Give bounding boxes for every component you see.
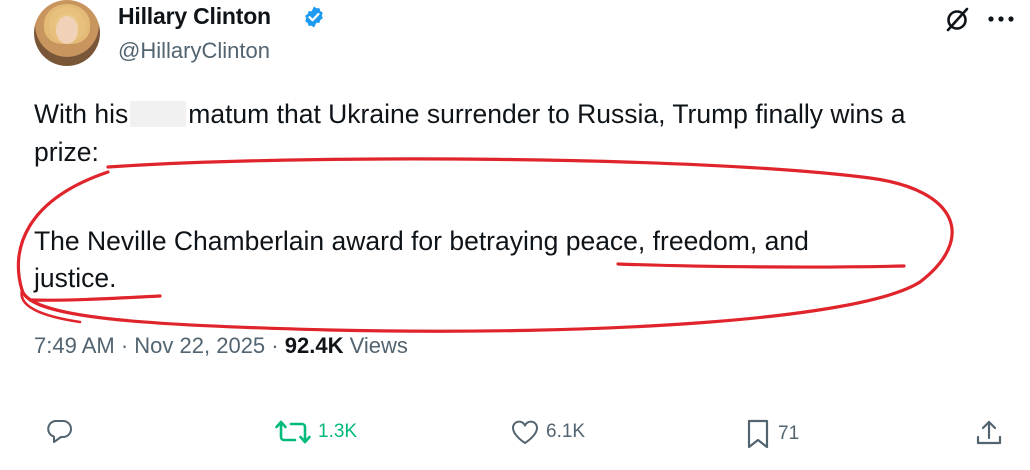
tweet-date[interactable]: Nov 22, 2025 (134, 333, 265, 358)
tweet-time[interactable]: 7:49 AM (34, 333, 115, 358)
share-button[interactable] (974, 418, 1004, 448)
avatar[interactable] (34, 0, 100, 66)
reply-icon (47, 420, 72, 443)
tweet-text-after-redaction: matum that Ukraine surrender to Russia, … (188, 99, 906, 129)
tweet-text-line-4: justice. (34, 263, 117, 293)
retweet-count: 1.3K (318, 421, 358, 442)
views-label: Views (349, 333, 408, 358)
retweet-button[interactable]: 1.3K (274, 418, 357, 446)
annotation-underline-justice (28, 294, 162, 302)
tweet-text-line-1: With his matum that Ukraine surrender to … (34, 96, 906, 132)
grok-icon[interactable] (944, 6, 970, 32)
bookmark-count: 71 (778, 423, 800, 444)
like-button[interactable]: 6.1K (510, 418, 585, 446)
meta-separator-1: · (120, 333, 129, 358)
like-count: 6.1K (546, 421, 586, 442)
author-display-name[interactable]: Hillary Clinton (118, 3, 271, 30)
tweet-meta: 7:49 AM · Nov 22, 2025 · 92.4K Views (34, 333, 408, 359)
views-count: 92.4K (284, 333, 344, 358)
share-icon (976, 420, 1002, 445)
author-handle[interactable]: @HillaryClinton (118, 38, 270, 64)
more-icon[interactable] (986, 10, 1016, 28)
bookmark-icon (747, 419, 769, 449)
verified-badge-icon (305, 6, 323, 28)
bookmark-button[interactable]: 71 (744, 418, 799, 450)
annotation-underline-peace-freedom-and (616, 262, 906, 269)
avatar-face (56, 16, 78, 44)
reply-button[interactable] (44, 418, 80, 446)
tweet-text-line-2: prize: (34, 137, 99, 167)
redaction-mark (130, 101, 187, 127)
retweet-icon (275, 420, 311, 444)
tweet-text-before-redaction: With his (34, 99, 129, 129)
like-icon (511, 420, 539, 444)
tweet-text-line-3: The Neville Chamberlain award for betray… (34, 226, 809, 256)
meta-separator-2: · (271, 333, 279, 358)
